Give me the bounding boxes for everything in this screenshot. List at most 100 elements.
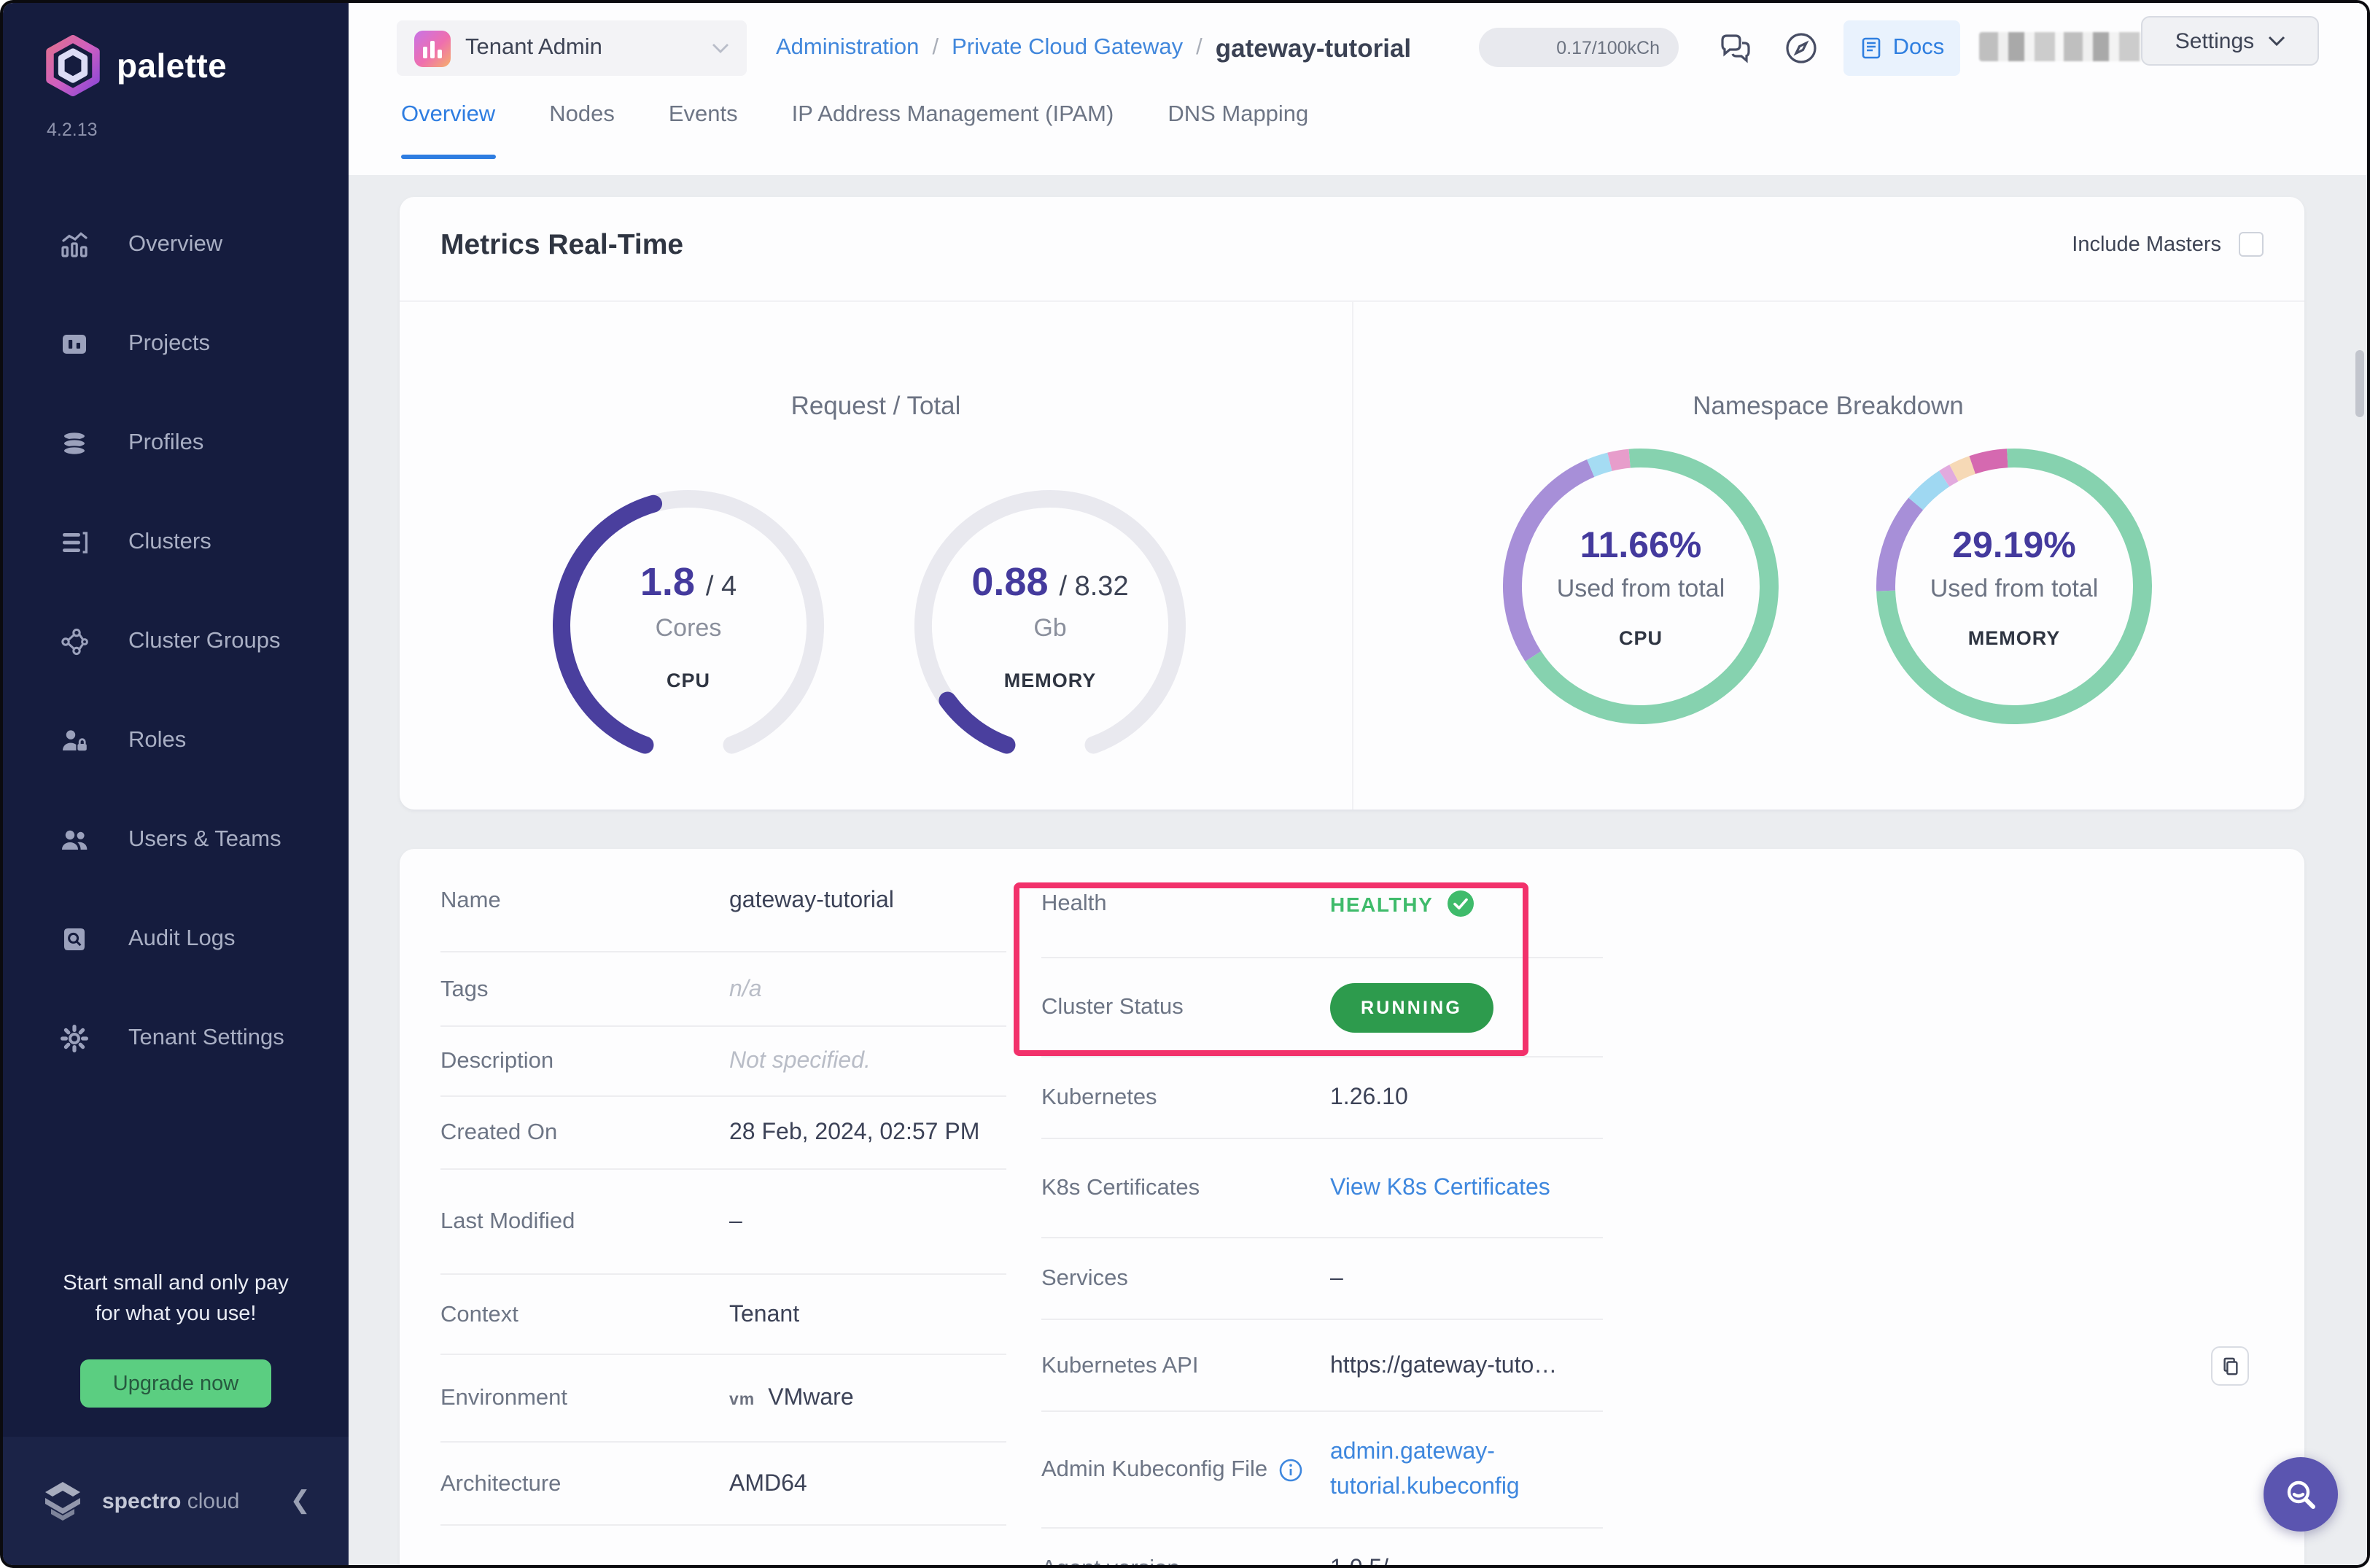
vmware-icon: vm — [729, 1392, 755, 1409]
sidebar-item-label: Profiles — [128, 430, 204, 455]
clusters-icon — [58, 527, 90, 559]
request-total-title: Request / Total — [790, 391, 961, 420]
sidebar-item-label: Roles — [128, 728, 187, 753]
detail-row-environment: Environment vm VMware — [400, 1355, 1041, 1443]
settings-button[interactable]: Settings — [2141, 16, 2319, 66]
breadcrumb-administration[interactable]: Administration — [776, 35, 919, 61]
sidebar-item-audit-logs[interactable]: Audit Logs — [3, 890, 349, 989]
gauge-tag: CPU — [666, 669, 710, 691]
usage-counter-badge: 0.17/100kCh — [1479, 28, 1679, 67]
detail-row-services: Services – — [1041, 1238, 2304, 1320]
gauge-value: 1.8 / 4 — [640, 560, 737, 604]
search-fab-button[interactable] — [2264, 1457, 2338, 1532]
docs-button[interactable]: Docs — [1843, 20, 1960, 76]
detail-row-description: Description Not specified. — [400, 1027, 1041, 1097]
detail-row-agent-version: Agent version1.0.5/… — [1041, 1529, 2304, 1565]
detail-value-kubernetes: 1.26.10 — [1330, 1085, 1408, 1110]
gauge-unit: Gb — [1033, 614, 1067, 642]
sidebar: palette 4.2.13 Overview Projects Profiles C… — [3, 3, 349, 1565]
detail-row-name: Name gateway-tutorial — [400, 849, 1041, 952]
profiles-icon — [58, 427, 90, 459]
details-right-column: Health HEALTHY Cluster Status RUNNING Kuber… — [1041, 849, 2304, 1565]
tab-events[interactable]: Events — [669, 102, 738, 149]
memory-namespace-donut: 29.19% Used from total MEMORY — [1868, 440, 2160, 732]
overview-icon — [58, 229, 90, 261]
sidebar-item-profiles[interactable]: Profiles — [3, 394, 349, 493]
detail-label-environment: Environment — [440, 1386, 568, 1410]
detail-row-cluster-status: Cluster Status RUNNING — [1041, 958, 2304, 1057]
sidebar-nav: Overview Projects Profiles Clusters Cluster … — [3, 195, 349, 1088]
detail-value-environment: vm VMware — [729, 1386, 854, 1410]
cluster-groups-icon — [58, 626, 90, 658]
project-scope-label: Tenant Admin — [465, 35, 602, 60]
sidebar-collapse-button[interactable]: ❮ — [290, 1486, 311, 1515]
tab-bar: Overview Nodes Events IP Address Management… — [349, 90, 2367, 175]
sidebar-item-label: Clusters — [128, 529, 211, 554]
sidebar-item-label: Tenant Settings — [128, 1025, 284, 1050]
app-viewport: palette 4.2.13 Overview Projects Profiles C… — [0, 0, 2370, 1568]
donut-tag: CPU — [1618, 626, 1663, 648]
detail-value-context: Tenant — [729, 1302, 800, 1327]
tab-overview[interactable]: Overview — [401, 102, 495, 159]
explore-compass-icon[interactable] — [1782, 29, 1820, 67]
detail-value-agent-version: 1.0.5/… — [1330, 1556, 1412, 1565]
promo-text: Start small and only pay for what you us… — [63, 1272, 289, 1327]
sidebar-item-roles[interactable]: Roles — [3, 691, 349, 791]
donut-caption: Used from total — [1930, 574, 2099, 602]
metrics-card-title: Metrics Real-Time — [440, 229, 684, 261]
detail-value-admin-kubeconfig-file[interactable]: admin.gateway-tutorial.kubeconfig — [1330, 1435, 1563, 1505]
donut-tag: MEMORY — [1967, 626, 2061, 648]
window-frame: palette 4.2.13 Overview Projects Profiles C… — [0, 0, 2370, 1568]
roles-icon — [58, 725, 90, 757]
sidebar-item-clusters[interactable]: Clusters — [3, 493, 349, 592]
gauge-unit: Cores — [655, 614, 722, 642]
include-masters-checkbox[interactable] — [2239, 232, 2264, 257]
book-icon — [1862, 37, 1880, 59]
detail-label-kubernetes-api: Kubernetes API — [1041, 1353, 1199, 1378]
detail-value-kubernetes-api: https://gateway-tuto… — [1330, 1353, 1558, 1378]
project-scope-selector[interactable]: Tenant Admin — [397, 20, 747, 76]
include-masters-label: Include Masters — [2072, 233, 2221, 256]
detail-label-health: Health — [1041, 890, 1107, 915]
donut-percent: 29.19% — [1952, 524, 2076, 565]
detail-row-admin-kubeconfig-file: Admin Kubeconfig File admin.gateway-tutor… — [1041, 1412, 2304, 1529]
breadcrumb-separator: / — [932, 35, 939, 60]
app-name: palette — [117, 46, 228, 84]
detail-row-context: Context Tenant — [400, 1275, 1041, 1355]
copy-icon[interactable] — [2211, 1346, 2249, 1386]
detail-label-architecture: Architecture — [440, 1471, 562, 1496]
tab-nodes[interactable]: Nodes — [549, 102, 615, 149]
detail-row-kubernetes-api: Kubernetes API https://gateway-tuto… — [1041, 1320, 2304, 1412]
detail-value-services: – — [1330, 1266, 1343, 1291]
gateway-details-card: Name gateway-tutorial Tags n/a Description No… — [400, 849, 2304, 1565]
detail-label-services: Services — [1041, 1266, 1128, 1291]
info-icon[interactable] — [1279, 1459, 1302, 1482]
sidebar-item-overview[interactable]: Overview — [3, 195, 349, 295]
details-left-column: Name gateway-tutorial Tags n/a Description No… — [400, 849, 1041, 1526]
detail-value-created-on: 28 Feb, 2024, 02:57 PM — [729, 1120, 980, 1145]
tab-dns-mapping[interactable]: DNS Mapping — [1167, 102, 1308, 149]
tab-ip-address-management-ipam-[interactable]: IP Address Management (IPAM) — [792, 102, 1114, 149]
detail-label-tags: Tags — [440, 977, 489, 1001]
sidebar-item-projects[interactable]: Projects — [3, 295, 349, 394]
detail-label-agent-version: Agent version — [1041, 1556, 1330, 1565]
detail-label-last-modified: Last Modified — [440, 1209, 575, 1234]
breadcrumb-separator: / — [1196, 35, 1203, 60]
gauge-tag: MEMORY — [1003, 669, 1097, 691]
donut-percent: 11.66% — [1580, 524, 1702, 565]
cpu-request-gauge: 1.8 / 4 Cores CPU — [543, 480, 834, 772]
scrollbar-thumb[interactable] — [2355, 350, 2364, 417]
breadcrumb: Administration / Private Cloud Gateway /… — [776, 20, 1411, 76]
sidebar-item-tenant-settings[interactable]: Tenant Settings — [3, 989, 349, 1088]
upgrade-now-button[interactable]: Upgrade now — [80, 1359, 271, 1408]
palette-logo-icon — [46, 35, 100, 96]
sidebar-item-cluster-groups[interactable]: Cluster Groups — [3, 592, 349, 691]
users-teams-icon — [58, 824, 90, 856]
breadcrumb-private-cloud-gateway[interactable]: Private Cloud Gateway — [952, 35, 1183, 61]
detail-label-admin-kubeconfig-file: Admin Kubeconfig File — [1041, 1457, 1330, 1483]
sidebar-item-users-teams[interactable]: Users & Teams — [3, 791, 349, 890]
detail-value-k8s-certificates[interactable]: View K8s Certificates — [1330, 1176, 1550, 1202]
detail-row-architecture: Architecture AMD64 — [400, 1443, 1041, 1526]
feedback-chat-icon[interactable] — [1717, 29, 1755, 67]
projects-icon — [58, 328, 90, 360]
